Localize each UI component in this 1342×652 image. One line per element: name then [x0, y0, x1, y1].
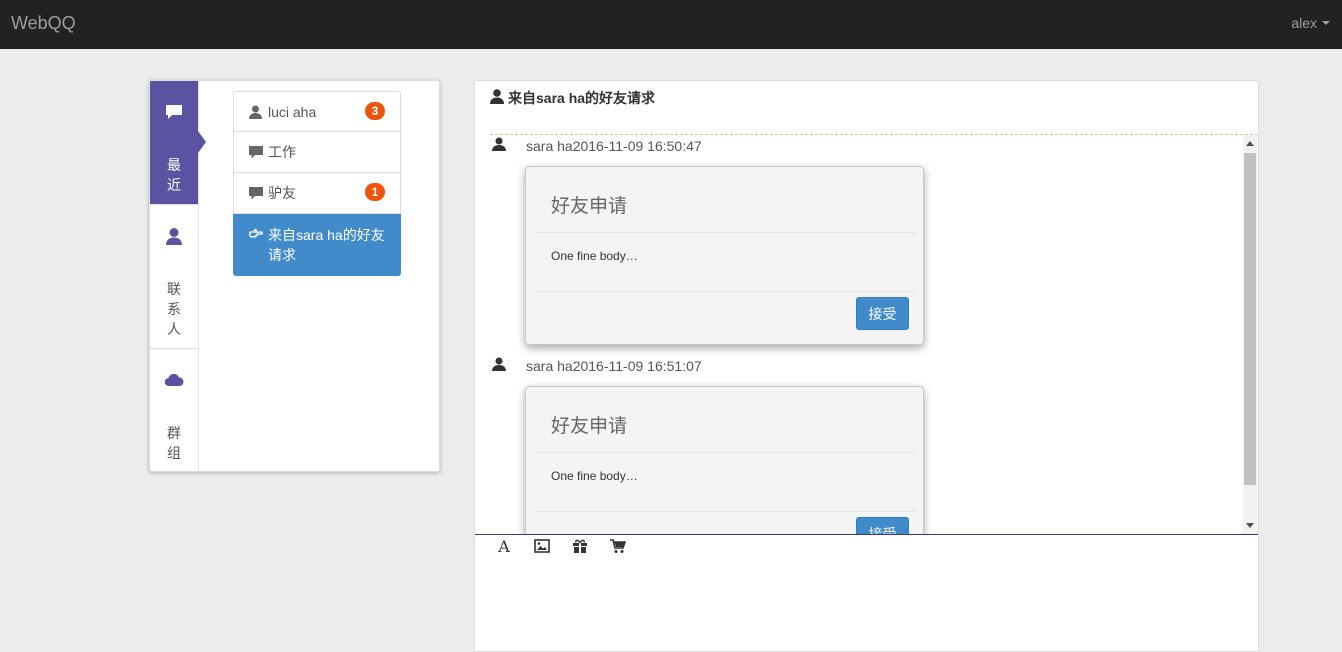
divider: [536, 291, 915, 292]
brand-logo[interactable]: WebQQ: [11, 13, 76, 34]
user-menu[interactable]: alex: [1291, 15, 1330, 31]
picture-icon[interactable]: [533, 537, 551, 555]
hand-right-icon: [249, 228, 263, 240]
chat-title: 来自sara ha的好友请求: [508, 90, 656, 106]
conversation-name: 来自sara ha的好友请求: [268, 227, 385, 263]
top-navbar: WebQQ alex: [0, 0, 1342, 49]
tab-contacts-label: 联系人: [167, 281, 181, 337]
conversation-item-travel-friends[interactable]: 驴友 1: [233, 173, 401, 214]
comment-icon: [165, 103, 183, 121]
divider: [536, 452, 915, 453]
accept-button[interactable]: 接受: [856, 517, 909, 534]
scroll-thumb[interactable]: [1244, 153, 1256, 485]
conversation-list: luci aha 3 工作 驴友 1 来自sara ha的好友请求: [233, 91, 401, 276]
svg-text:A: A: [497, 538, 510, 554]
tab-recent-label: 最近: [167, 157, 181, 193]
conversation-name: luci aha: [268, 103, 317, 120]
user-icon: [490, 89, 504, 107]
message-time: 2016-11-09 16:50:47: [572, 137, 702, 154]
card-body: One fine body…: [551, 249, 638, 263]
gift-icon[interactable]: [571, 537, 589, 555]
comment-icon: [249, 186, 263, 200]
divider: [536, 511, 915, 512]
caret-down-icon: [1322, 21, 1330, 25]
cart-icon[interactable]: [609, 537, 627, 555]
font-icon[interactable]: A: [495, 537, 513, 555]
tab-contacts[interactable]: 联系人: [150, 205, 198, 349]
comment-icon: [249, 145, 263, 159]
chat-panel: 来自sara ha的好友请求 sara ha 2016-11-09 16:50:4…: [474, 80, 1259, 652]
message-input[interactable]: [485, 563, 1249, 647]
user-icon: [249, 105, 263, 119]
message-list[interactable]: sara ha 2016-11-09 16:50:47 好友申请 One fine…: [475, 135, 1258, 534]
accept-button[interactable]: 接受: [856, 297, 909, 330]
conversation-item-luci-aha[interactable]: luci aha 3: [233, 91, 401, 132]
message-header: sara ha 2016-11-09 16:50:47: [492, 137, 702, 154]
scroll-down-arrow-icon[interactable]: [1246, 523, 1254, 528]
scroll-up-arrow-icon[interactable]: [1246, 141, 1254, 146]
user-icon: [492, 357, 508, 374]
cloud-icon: [164, 371, 184, 389]
card-title: 好友申请: [551, 195, 628, 217]
composer-divider: [475, 534, 1258, 535]
tab-groups-label: 群组: [167, 425, 181, 461]
user-name: alex: [1291, 15, 1317, 31]
message-header: sara ha 2016-11-09 16:51:07: [492, 357, 702, 374]
unread-badge: 1: [365, 183, 385, 201]
user-icon: [165, 227, 183, 245]
conversation-name: 驴友: [268, 185, 296, 201]
vertical-tabs: 最近 联系人 群组: [150, 81, 206, 471]
scrollbar[interactable]: [1243, 135, 1257, 534]
unread-badge: 3: [365, 102, 385, 120]
conversation-item-friend-request[interactable]: 来自sara ha的好友请求: [233, 214, 401, 276]
tab-groups[interactable]: 群组: [150, 349, 198, 471]
card-title: 好友申请: [551, 415, 628, 437]
friend-request-card: 好友申请 One fine body… 接受: [525, 166, 924, 345]
chat-header: 来自sara ha的好友请求: [490, 88, 655, 108]
conversation-item-work[interactable]: 工作: [233, 132, 401, 173]
divider: [536, 232, 915, 233]
composer-toolbar: A: [495, 537, 627, 555]
sender-name: sara ha: [526, 357, 573, 374]
message-time: 2016-11-09 16:51:07: [572, 357, 702, 374]
user-icon: [492, 137, 508, 154]
sidebar-panel: 最近 联系人 群组 luci aha 3 工作 驴友 1 来自sara ha的好…: [149, 80, 440, 472]
sender-name: sara ha: [526, 137, 573, 154]
friend-request-card: 好友申请 One fine body… 接受: [525, 386, 924, 534]
card-body: One fine body…: [551, 469, 638, 483]
tab-recent[interactable]: 最近: [150, 81, 206, 205]
conversation-name: 工作: [268, 144, 296, 160]
